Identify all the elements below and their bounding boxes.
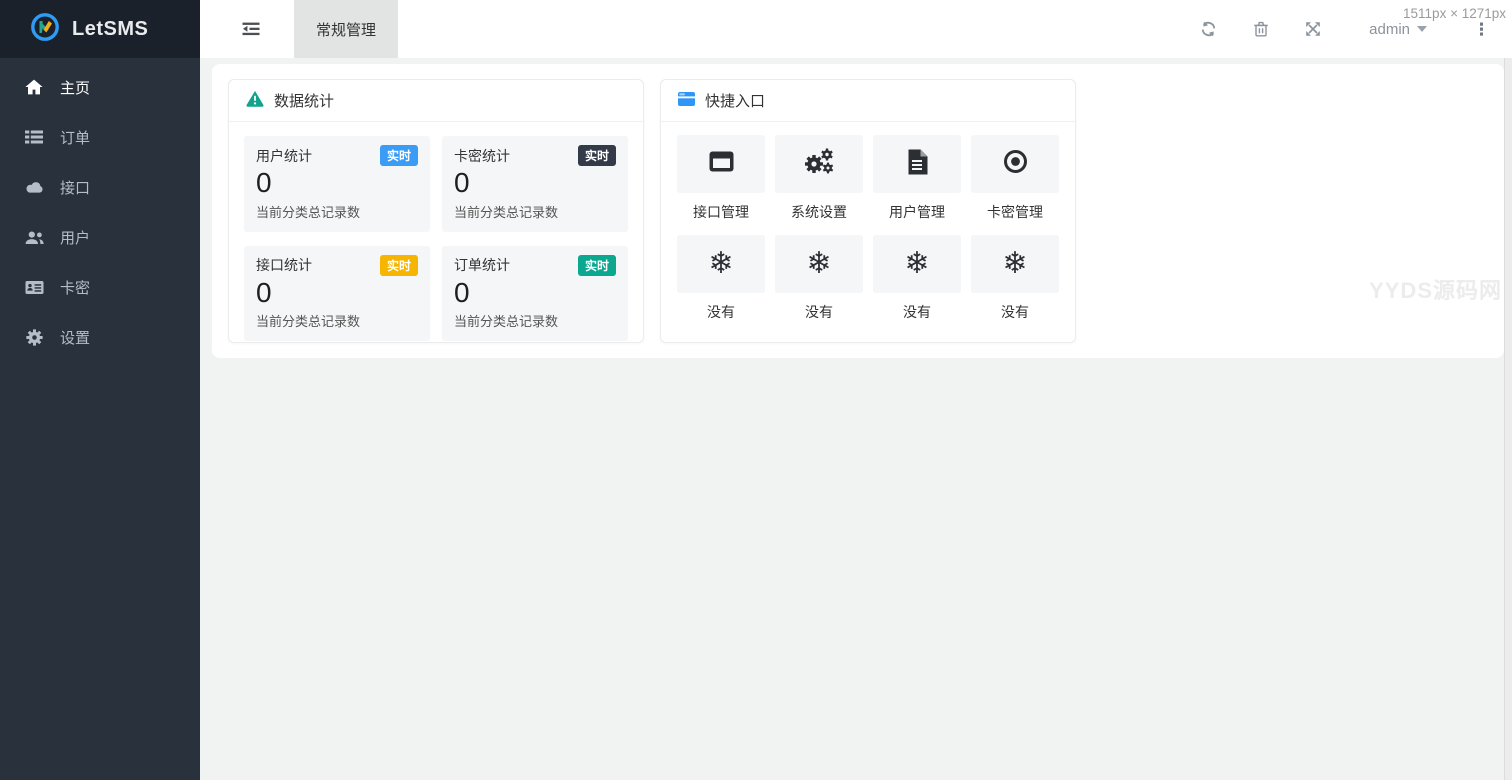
sidebar-item-label: 卡密 [60, 279, 91, 297]
snowflake-icon: ❄ [904, 247, 930, 280]
quick-item-empty[interactable]: ❄ 没有 [775, 235, 863, 335]
realtime-badge: 实时 [577, 145, 616, 166]
quick-item-label: 没有 [707, 304, 735, 320]
stat-value: 0 [256, 167, 272, 198]
sidebar: LetSMS 主页 订单 接口 用户 卡密 设置 [0, 0, 200, 780]
window-blue-icon [678, 91, 695, 110]
dot-circle-icon [1003, 149, 1028, 179]
quick-grid: 接口管理 系统设置 用户管理 卡密管理 ❄ 没有 ❄ 没有 ❄ 没有 ❄ 没有 [661, 122, 1075, 335]
sidebar-item-orders[interactable]: 订单 [0, 112, 200, 162]
quick-item-user-management[interactable]: 用户管理 [873, 135, 961, 235]
settings-gear-icon [24, 328, 44, 346]
username-label: admin [1369, 20, 1410, 38]
realtime-badge: 实时 [379, 145, 418, 166]
quick-entry-card: 快捷入口 接口管理 系统设置 用户管理 卡密管理 ❄ 没有 ❄ 没有 ❄ 没有 … [660, 79, 1076, 343]
sidebar-item-label: 主页 [60, 79, 91, 97]
stat-title: 订单统计 [454, 257, 510, 274]
app-logo[interactable]: LetSMS [0, 0, 200, 58]
home-icon [24, 79, 44, 95]
stat-box-api[interactable]: 接口统计 实时 0 当前分类总记录数 [244, 245, 430, 342]
sidebar-item-label: 订单 [60, 129, 91, 147]
fullscreen-expand-icon[interactable] [1305, 21, 1321, 37]
card-key-icon [24, 280, 44, 295]
quick-item-label: 没有 [805, 304, 833, 320]
quick-card-title: 快捷入口 [705, 93, 766, 110]
snowflake-icon: ❄ [708, 247, 734, 280]
top-bar: 常规管理 admin ⋮ 1511px × 1271px [200, 0, 1512, 58]
viewport-size-badge: 1511px × 1271px [1403, 6, 1506, 21]
realtime-badge: 实时 [379, 254, 418, 276]
orders-list-icon [24, 129, 44, 145]
quick-item-empty[interactable]: ❄ 没有 [873, 235, 961, 335]
refresh-icon[interactable] [1200, 21, 1217, 37]
stat-box-cards[interactable]: 卡密统计 实时 0 当前分类总记录数 [442, 136, 628, 232]
stat-title: 卡密统计 [454, 147, 510, 164]
letsms-logo-icon [30, 12, 60, 47]
quick-item-label: 用户管理 [889, 204, 945, 220]
sidebar-item-label: 设置 [60, 329, 91, 347]
stat-value: 0 [454, 276, 470, 308]
stat-value: 0 [454, 167, 470, 198]
quick-item-card-management[interactable]: 卡密管理 [971, 135, 1059, 235]
stats-card: 数据统计 用户统计 实时 0 当前分类总记录数 卡密统计 实时 0 当前分类总记… [228, 79, 644, 343]
sidebar-item-settings[interactable]: 设置 [0, 312, 200, 362]
user-menu[interactable]: admin [1369, 21, 1427, 38]
stat-desc: 当前分类总记录数 [454, 204, 559, 220]
warning-triangle-icon [246, 90, 264, 111]
api-cloud-icon [24, 180, 44, 194]
sidebar-item-users[interactable]: 用户 [0, 212, 200, 262]
quick-card-header: 快捷入口 [661, 80, 1075, 122]
main-area: 常规管理 admin ⋮ 1511px × 1271px 数据统计 用户统计 实… [200, 0, 1512, 780]
vertical-scrollbar[interactable] [1504, 58, 1512, 780]
caret-down-icon [1417, 26, 1427, 32]
sidebar-item-home[interactable]: 主页 [0, 62, 200, 112]
sidebar-item-label: 接口 [60, 179, 91, 197]
quick-item-label: 卡密管理 [987, 204, 1043, 220]
sidebar-toggle-icon[interactable] [242, 21, 260, 37]
quick-item-system-settings[interactable]: 系统设置 [775, 135, 863, 235]
stat-desc: 当前分类总记录数 [256, 314, 361, 330]
sidebar-nav: 主页 订单 接口 用户 卡密 设置 [0, 58, 200, 362]
topbar-actions: admin ⋮ [1200, 21, 1512, 38]
stat-desc: 当前分类总记录数 [256, 204, 361, 220]
snowflake-icon: ❄ [806, 247, 832, 280]
quick-item-empty[interactable]: ❄ 没有 [971, 235, 1059, 335]
tab-general-management[interactable]: 常规管理 [294, 0, 398, 58]
quick-item-label: 没有 [903, 304, 931, 320]
sidebar-item-api[interactable]: 接口 [0, 162, 200, 212]
app-name: LetSMS [72, 17, 149, 40]
trash-icon[interactable] [1253, 21, 1269, 37]
stat-value: 0 [256, 276, 272, 308]
quick-item-label: 没有 [1001, 304, 1029, 320]
content-panel: 数据统计 用户统计 实时 0 当前分类总记录数 卡密统计 实时 0 当前分类总记… [212, 64, 1504, 358]
users-icon [24, 230, 44, 245]
stat-desc: 当前分类总记录数 [454, 314, 559, 330]
sidebar-item-label: 用户 [60, 229, 91, 247]
stat-box-orders[interactable]: 订单统计 实时 0 当前分类总记录数 [442, 245, 628, 342]
stats-card-title: 数据统计 [274, 93, 335, 110]
quick-item-empty[interactable]: ❄ 没有 [677, 235, 765, 335]
stat-box-users[interactable]: 用户统计 实时 0 当前分类总记录数 [244, 136, 430, 232]
file-icon [906, 149, 928, 180]
more-options-kebab-icon[interactable]: ⋮ [1473, 21, 1490, 38]
stat-title: 接口统计 [256, 257, 312, 274]
stats-card-header: 数据统计 [229, 80, 643, 122]
stats-grid: 用户统计 实时 0 当前分类总记录数 卡密统计 实时 0 当前分类总记录数 接口… [229, 122, 643, 355]
stat-title: 用户统计 [256, 147, 312, 164]
window-icon [709, 151, 734, 177]
cogs-icon [804, 148, 834, 180]
realtime-badge: 实时 [577, 254, 616, 276]
sidebar-item-cards[interactable]: 卡密 [0, 262, 200, 312]
quick-item-api-management[interactable]: 接口管理 [677, 135, 765, 235]
quick-item-label: 接口管理 [693, 204, 749, 220]
snowflake-icon: ❄ [1002, 247, 1028, 280]
quick-item-label: 系统设置 [791, 204, 847, 220]
content-area: 数据统计 用户统计 实时 0 当前分类总记录数 卡密统计 实时 0 当前分类总记… [200, 58, 1512, 780]
